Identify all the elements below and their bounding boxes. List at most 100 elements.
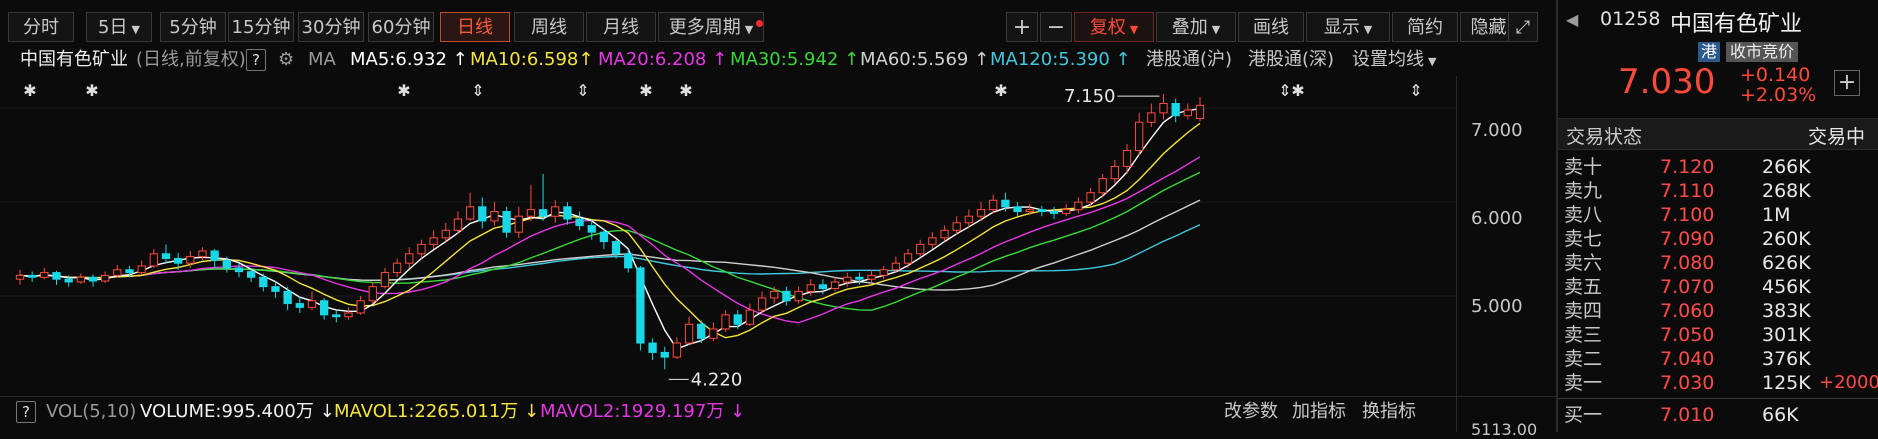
ask-row-2[interactable]: 卖二 7.040 376K bbox=[1558, 346, 1878, 372]
candle-body bbox=[782, 290, 791, 302]
candle-body bbox=[1098, 178, 1107, 194]
arrow-down-icon: ↓ bbox=[730, 401, 746, 422]
candle-body bbox=[465, 206, 475, 220]
fullscreen-button[interactable]: ⤢ bbox=[1508, 12, 1538, 42]
volume-value: VOLUME:995.400万 ↓ bbox=[140, 401, 335, 422]
candle-body bbox=[356, 300, 365, 314]
candle-body bbox=[1074, 201, 1083, 211]
ask-row-7[interactable]: 卖七 7.090 260K bbox=[1558, 226, 1878, 252]
arrow-down-icon: ↓ bbox=[319, 401, 335, 422]
candle-body bbox=[161, 253, 171, 259]
candle-body bbox=[843, 276, 852, 283]
volume-legend-row: ? VOL(5,10) VOLUME:995.400万 ↓ MAVOL1:226… bbox=[0, 396, 1556, 427]
event-marker-icon: ✱ bbox=[85, 81, 98, 100]
ask-row-3[interactable]: 卖三 7.050 301K bbox=[1558, 322, 1878, 348]
candle-body bbox=[1147, 112, 1156, 123]
candle-body bbox=[40, 272, 49, 278]
candle-body bbox=[903, 253, 913, 264]
candle-body bbox=[1171, 102, 1180, 117]
candle-body bbox=[332, 314, 341, 318]
candle-body bbox=[222, 259, 231, 269]
candle-body bbox=[757, 297, 767, 311]
event-marker-icon: ✱ bbox=[639, 81, 652, 100]
candle-body bbox=[575, 218, 584, 227]
ask-row-4[interactable]: 卖四 7.060 383K bbox=[1558, 298, 1878, 324]
price-tick: 7.000 bbox=[1471, 120, 1523, 141]
candle-body bbox=[295, 303, 304, 308]
candle-body bbox=[672, 342, 682, 358]
auction-badge: 收市竞价 bbox=[1726, 42, 1799, 62]
price-change-pct: +2.03% bbox=[1740, 84, 1817, 106]
candle-body bbox=[1013, 206, 1022, 213]
candle-body bbox=[246, 271, 256, 278]
candle-body bbox=[563, 206, 572, 220]
candle-body bbox=[259, 276, 268, 288]
orderbook-divider bbox=[1558, 398, 1878, 399]
stock-code: 01258 bbox=[1600, 8, 1661, 30]
quote-panel: ◀ 01258 中国有色矿业 港 收市竞价 7.030 +0.140 +2.03… bbox=[1556, 0, 1878, 432]
candle-body bbox=[137, 265, 146, 274]
bid-row-1[interactable]: 买一 7.010 66K bbox=[1558, 402, 1878, 428]
candle-body bbox=[538, 209, 548, 217]
candle-body bbox=[514, 215, 523, 233]
ma60-line bbox=[19, 199, 1201, 291]
candle-body bbox=[733, 314, 742, 325]
candle-body bbox=[830, 281, 840, 290]
candle-body bbox=[551, 206, 560, 217]
candle-body bbox=[392, 262, 402, 274]
candle-body bbox=[940, 229, 949, 239]
low-price-label: 4.220 bbox=[691, 369, 743, 390]
ask-row-5[interactable]: 卖五 7.070 456K bbox=[1558, 274, 1878, 300]
stock-name: 中国有色矿业 bbox=[1670, 12, 1803, 37]
ask-row-10[interactable]: 卖十 7.120 266K bbox=[1558, 154, 1878, 180]
candle-body bbox=[441, 229, 450, 239]
candle-body bbox=[149, 253, 158, 267]
add-watchlist-button[interactable]: + bbox=[1834, 70, 1860, 96]
candle-body bbox=[964, 215, 974, 224]
ask-row-1[interactable]: 卖一 7.030 125K +2000 bbox=[1558, 370, 1878, 396]
candle-body bbox=[697, 323, 706, 339]
ask-row-8[interactable]: 卖八 7.100 1M bbox=[1558, 202, 1878, 228]
candle-body bbox=[15, 274, 25, 280]
candle-body bbox=[587, 225, 596, 233]
ask-row-9[interactable]: 卖九 7.110 268K bbox=[1558, 178, 1878, 204]
event-marker-icon: ✱ bbox=[397, 81, 410, 100]
event-marker-icon: ✱ bbox=[679, 81, 692, 100]
candle-body bbox=[101, 274, 110, 282]
candle-body bbox=[879, 269, 888, 276]
candle-body bbox=[502, 211, 511, 233]
change-param-button[interactable]: 改参数 bbox=[1224, 397, 1278, 427]
ma5-line bbox=[19, 108, 1201, 350]
candle-body bbox=[173, 257, 183, 264]
arrow-down-icon: ↓ bbox=[524, 401, 540, 422]
candle-body bbox=[599, 231, 609, 243]
candle-body bbox=[611, 241, 621, 255]
candle-body bbox=[1110, 165, 1119, 180]
hk-market-badge: 港 bbox=[1698, 42, 1721, 62]
candle-body bbox=[1001, 199, 1010, 208]
switch-indicator-button[interactable]: 换指标 bbox=[1362, 397, 1416, 427]
candle-body bbox=[648, 342, 657, 353]
candle-body bbox=[1049, 211, 1059, 214]
candle-body bbox=[1025, 209, 1034, 213]
collapse-left-icon[interactable]: ◀ bbox=[1566, 10, 1578, 29]
candle-body bbox=[1183, 109, 1192, 117]
candle-body bbox=[1122, 149, 1132, 167]
vol-indicator-label: VOL(5,10) bbox=[46, 401, 137, 422]
candle-body bbox=[52, 272, 61, 280]
candle-body bbox=[453, 218, 463, 231]
candle-body bbox=[405, 253, 414, 264]
event-marker-icon: ✱ bbox=[1291, 81, 1304, 100]
candle-body bbox=[319, 300, 329, 316]
candle-body bbox=[867, 274, 876, 280]
add-indicator-button[interactable]: 加指标 bbox=[1292, 397, 1346, 427]
fullscreen-icon: ⤢ bbox=[1515, 17, 1531, 38]
vol-help-button[interactable]: ? bbox=[16, 397, 36, 427]
ask-row-6[interactable]: 卖六 7.080 626K bbox=[1558, 250, 1878, 276]
candle-body bbox=[891, 262, 901, 271]
candlestick-plot[interactable]: 7.1504.220✱ ✱ ✱ ⇕ ⇕ ✱ ✱ ✱ ⇕ ✱ ⇕ bbox=[0, 0, 1456, 396]
candle-body bbox=[1062, 209, 1071, 214]
candle-body bbox=[368, 286, 377, 302]
mavol1-value: MAVOL1:2265.011万 ↓ bbox=[334, 401, 540, 422]
candle-body bbox=[818, 284, 828, 290]
